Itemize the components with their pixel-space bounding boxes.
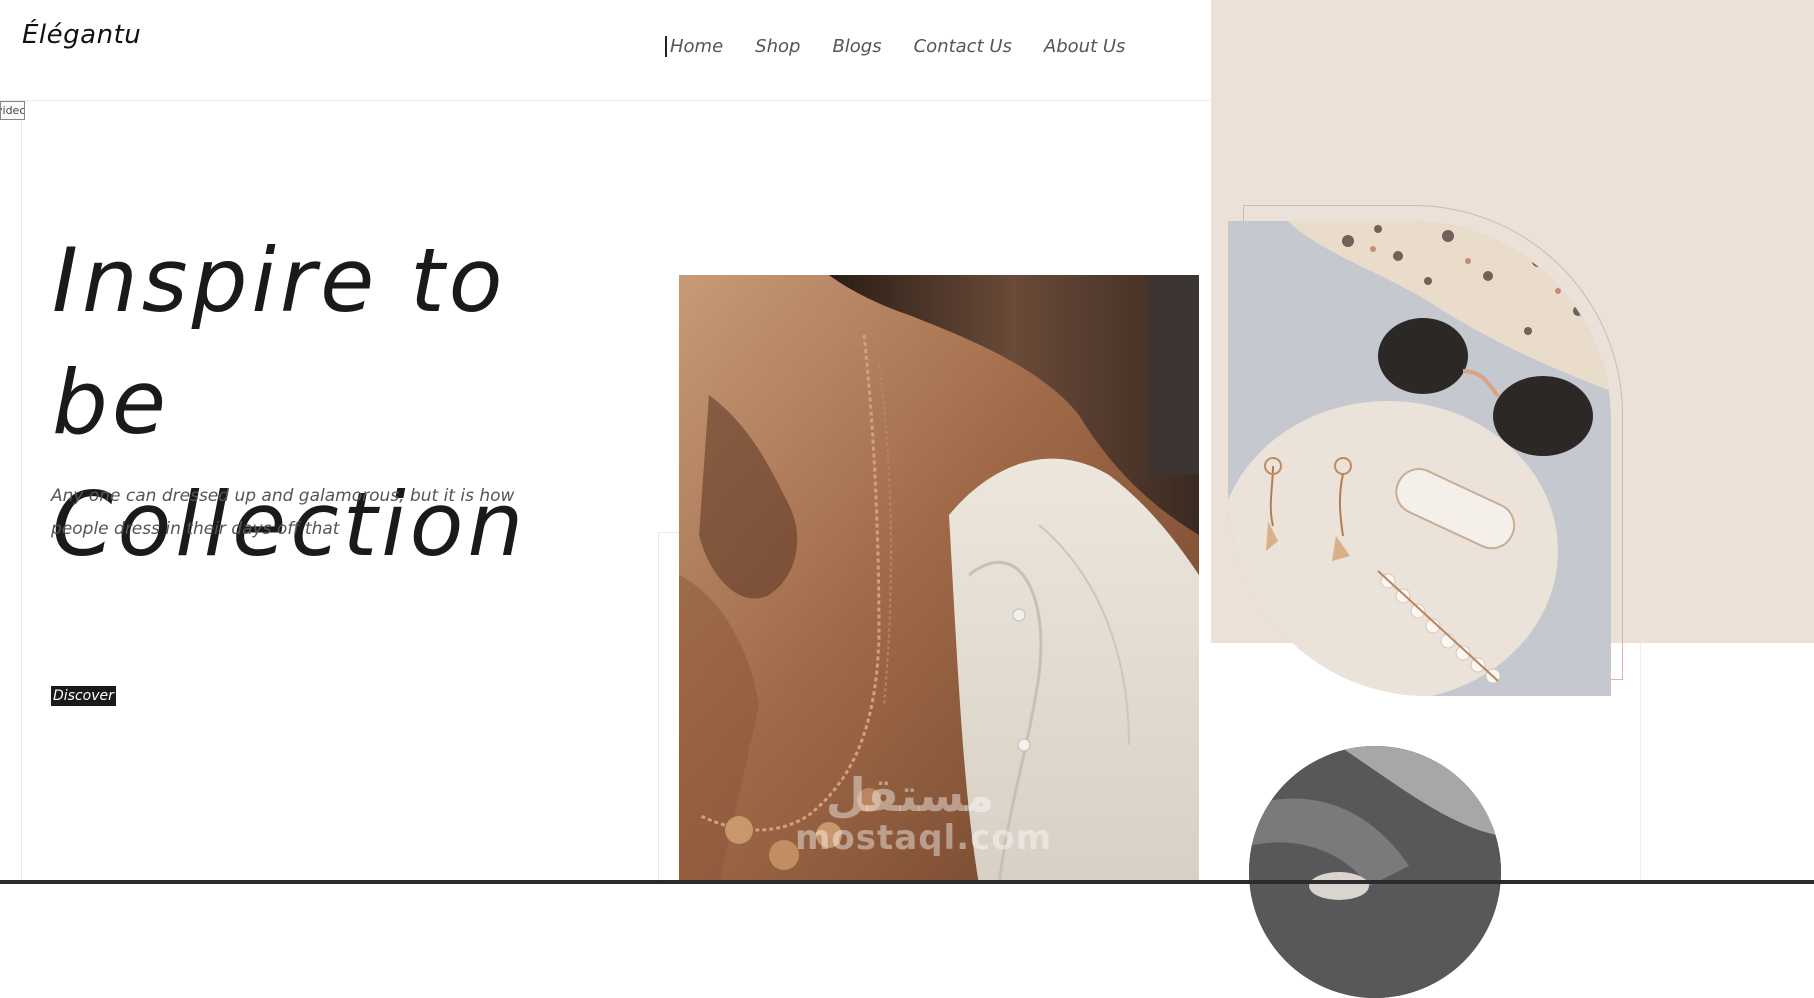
site-header: Élégantu Home Shop Blogs Contact Us Abou… — [0, 0, 1211, 101]
accessories-flatlay-photo — [1228, 221, 1611, 696]
left-divider-line — [21, 120, 22, 884]
nav-shop[interactable]: Shop — [755, 36, 800, 57]
product-circle-photo — [1249, 746, 1501, 998]
hero-description: Any one can dressed up and galamorous, b… — [51, 486, 515, 539]
nav-contact-us[interactable]: Contact Us — [914, 36, 1012, 57]
nav-about-us[interactable]: About Us — [1044, 36, 1126, 57]
discover-button[interactable]: Discover — [51, 686, 116, 706]
nav-home[interactable]: Home — [665, 36, 723, 57]
broken-video-placeholder: video — [0, 101, 25, 120]
nav-blogs[interactable]: Blogs — [832, 36, 881, 57]
bottom-edge-bar — [0, 880, 1814, 884]
necklace-model-photo — [679, 275, 1199, 884]
site-logo[interactable]: Élégantu — [22, 20, 141, 50]
hero-title-line-1: Inspire to be — [52, 229, 507, 454]
main-nav: Home Shop Blogs Contact Us About Us — [665, 36, 1125, 57]
